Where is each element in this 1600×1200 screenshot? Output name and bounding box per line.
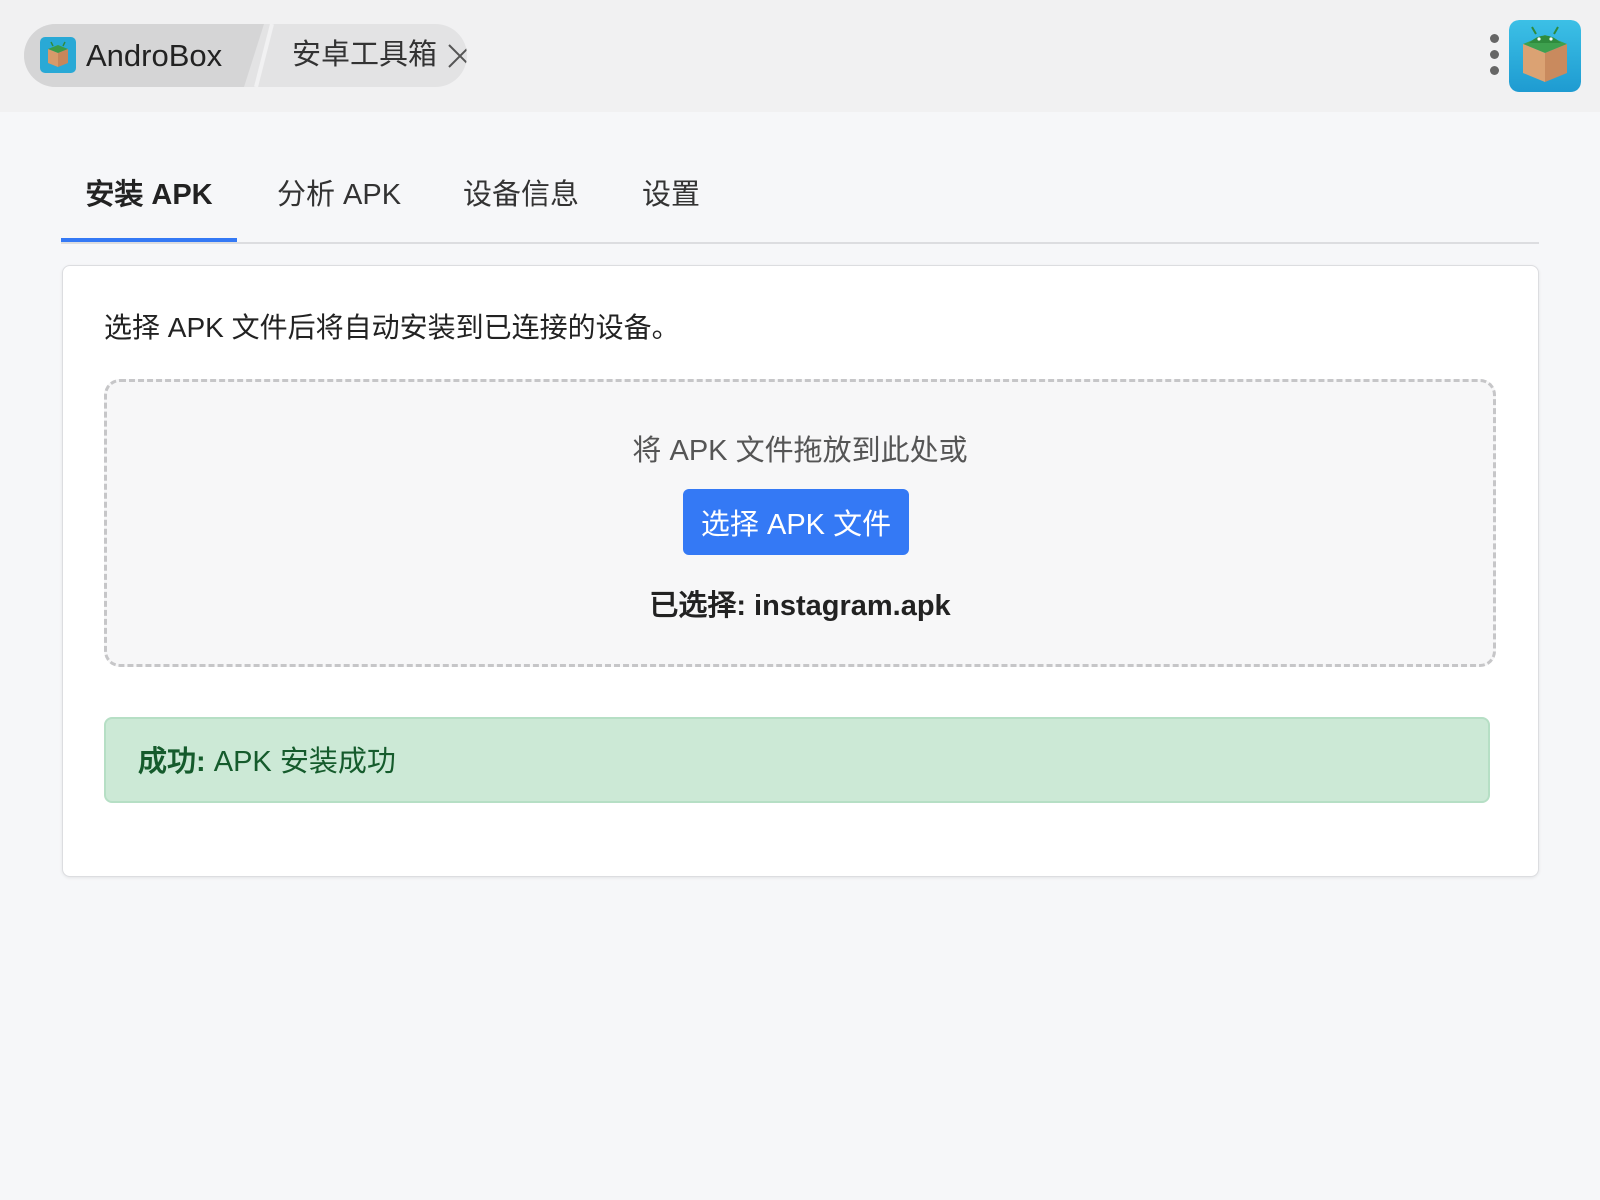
selected-label: 已选择: <box>649 590 746 622</box>
box-android-icon <box>40 37 76 73</box>
tab-install-apk[interactable]: 安装 APK <box>61 160 237 242</box>
tab-separator <box>254 24 274 87</box>
install-panel: 选择 APK 文件后将自动安装到已连接的设备。 将 APK 文件拖放到此处或 选… <box>62 265 1539 877</box>
kebab-menu-icon[interactable] <box>1482 32 1506 78</box>
close-icon[interactable] <box>446 42 467 70</box>
alert-title: 成功: <box>138 746 206 778</box>
app-name: AndroBox <box>86 38 223 73</box>
selected-file-text: 已选择: instagram.apk <box>107 582 1493 624</box>
title-bar: AndroBox 安卓工具箱 <box>0 0 1600 112</box>
tab-settings[interactable]: 设置 <box>633 160 709 240</box>
tab-device-info[interactable]: 设备信息 <box>451 160 591 240</box>
app-tab-pill[interactable]: AndroBox 安卓工具箱 <box>24 24 467 87</box>
selected-file-name: instagram.apk <box>754 590 951 622</box>
success-alert: 成功: APK 安装成功 <box>104 717 1490 803</box>
alert-message: APK 安装成功 <box>213 746 396 778</box>
tab-analyze-apk[interactable]: 分析 APK <box>257 160 421 240</box>
main-tabs: 安装 APK 分析 APK 设备信息 设置 <box>61 160 1539 244</box>
choose-apk-button[interactable]: 选择 APK 文件 <box>683 489 909 555</box>
drop-hint: 将 APK 文件拖放到此处或 <box>632 435 968 467</box>
window-tab-title: 安卓工具箱 <box>292 39 438 71</box>
apk-drop-zone[interactable]: 将 APK 文件拖放到此处或 选择 APK 文件 已选择: instagram.… <box>104 379 1496 667</box>
app-logo-icon <box>1509 20 1581 92</box>
install-description: 选择 APK 文件后将自动安装到已连接的设备。 <box>104 312 680 343</box>
